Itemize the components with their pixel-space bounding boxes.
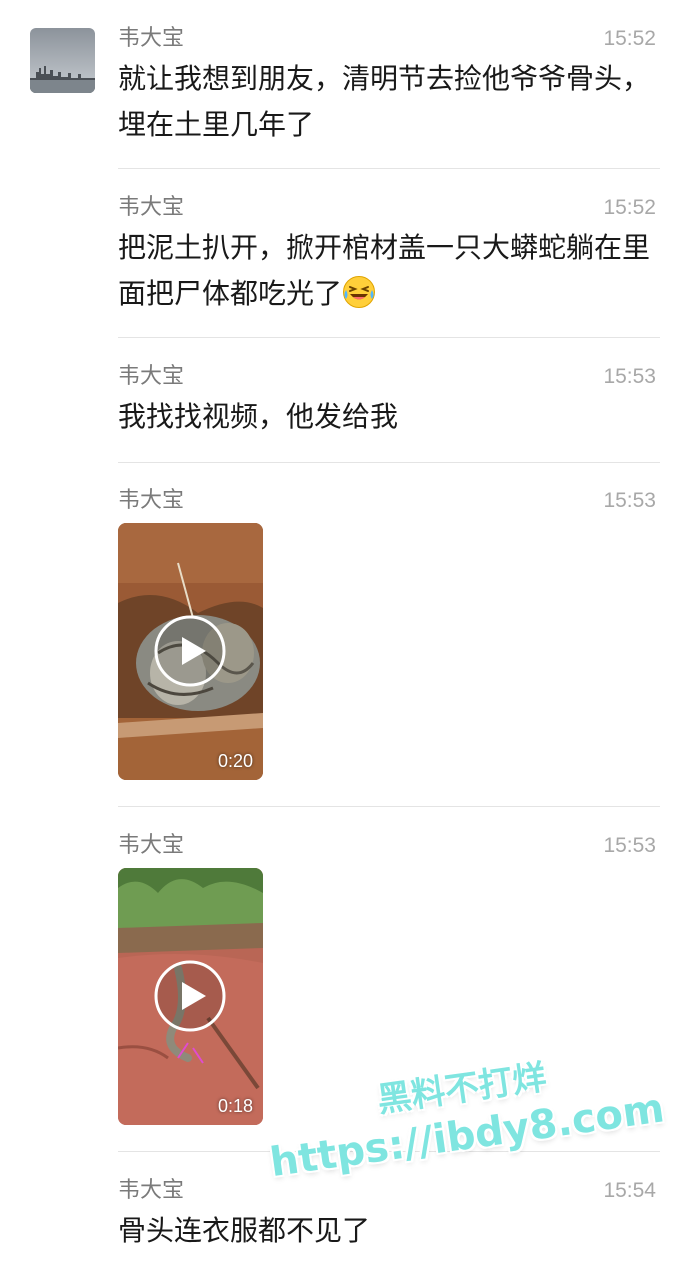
message-time: 15:53 — [603, 489, 656, 512]
play-icon[interactable] — [154, 960, 226, 1032]
video-duration: 0:18 — [217, 1096, 253, 1116]
video-duration: 0:20 — [217, 751, 253, 771]
message-text: 骨头连衣服都不见了 — [118, 1214, 371, 1247]
sender-name[interactable]: 韦大宝 — [118, 362, 184, 392]
message-text-content: 把泥土扒开，掀开棺材盖一只大蟒蛇躺在里面把尸体都吃光了 — [118, 231, 651, 310]
play-icon[interactable] — [154, 615, 226, 687]
message-time: 15:53 — [603, 834, 656, 857]
sender-avatar[interactable] — [30, 28, 95, 93]
sender-name[interactable]: 韦大宝 — [118, 1176, 184, 1206]
video-message-thumbnail[interactable]: 0:20 — [118, 523, 263, 780]
sender-name[interactable]: 韦大宝 — [118, 24, 184, 54]
chat-message: 韦大宝 15:53 — [118, 486, 660, 520]
message-time: 15:54 — [603, 1179, 656, 1202]
video-message-thumbnail[interactable]: 0:18 — [118, 868, 263, 1125]
message-text: 我找找视频，他发给我 — [118, 400, 399, 433]
message-text: 把泥土扒开，掀开棺材盖一只大蟒蛇躺在里面把尸体都吃光了 — [118, 225, 660, 317]
message-divider — [118, 806, 660, 807]
crying-laughing-emoji-icon — [343, 276, 376, 308]
chat-message: 韦大宝 15:52 就让我想到朋友，清明节去捡他爷爷骨头，埋在土里几年了 — [118, 24, 660, 148]
sender-name[interactable]: 韦大宝 — [118, 486, 184, 516]
chat-message: 韦大宝 15:53 — [118, 831, 660, 865]
message-time: 15:52 — [603, 27, 656, 50]
message-divider — [118, 337, 660, 338]
message-text: 就让我想到朋友，清明节去捡他爷爷骨头，埋在土里几年了 — [118, 62, 651, 141]
chat-message: 韦大宝 15:53 我找找视频，他发给我 — [118, 362, 660, 440]
sender-name[interactable]: 韦大宝 — [118, 193, 184, 223]
chat-message: 韦大宝 15:52 把泥土扒开，掀开棺材盖一只大蟒蛇躺在里面把尸体都吃光了 — [118, 193, 660, 317]
message-time: 15:53 — [603, 365, 656, 388]
message-time: 15:52 — [603, 196, 656, 219]
sender-name[interactable]: 韦大宝 — [118, 831, 184, 861]
message-divider — [118, 168, 660, 169]
message-divider — [118, 462, 660, 463]
